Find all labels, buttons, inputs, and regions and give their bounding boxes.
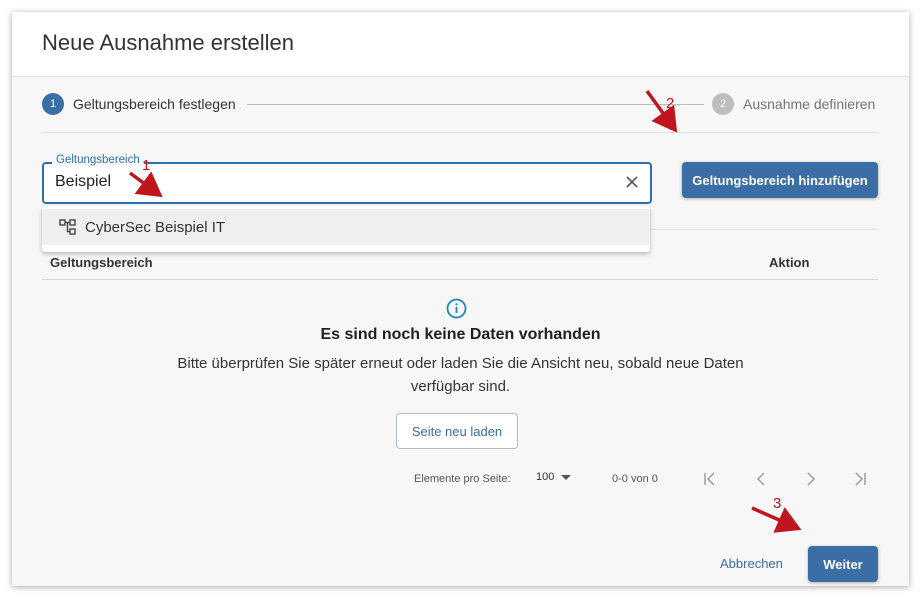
stepper-connector bbox=[247, 104, 704, 105]
dropdown-option-label: CyberSec Beispiel IT bbox=[85, 218, 226, 236]
previous-page-icon[interactable] bbox=[753, 472, 769, 486]
step-2-label: Ausnahme definieren bbox=[743, 96, 876, 112]
add-scope-button[interactable]: Geltungsbereich hinzufügen bbox=[682, 162, 878, 198]
step-1: 1 Geltungsbereich festlegen bbox=[42, 93, 236, 115]
annotation-number-2: 2 bbox=[666, 95, 675, 112]
step-1-label: Geltungsbereich festlegen bbox=[73, 96, 236, 112]
dialog-title: Neue Ausnahme erstellen bbox=[42, 30, 294, 55]
annotation-number-3: 3 bbox=[773, 495, 782, 512]
last-page-icon[interactable] bbox=[852, 472, 868, 486]
next-button[interactable]: Weiter bbox=[808, 546, 878, 582]
empty-state-message: Bitte überprüfen Sie später erneut oder … bbox=[177, 355, 744, 395]
step-1-number: 1 bbox=[42, 93, 64, 115]
caret-down-icon bbox=[561, 474, 572, 480]
scope-field-label: Geltungsbereich bbox=[52, 154, 144, 166]
pagination-range: 0-0 von 0 bbox=[612, 473, 658, 485]
step-2: 2 Ausnahme definieren bbox=[712, 93, 875, 115]
column-header-scope: Geltungsbereich bbox=[50, 255, 153, 270]
next-page-icon[interactable] bbox=[803, 472, 819, 486]
scope-input[interactable] bbox=[55, 173, 595, 191]
reload-page-button[interactable]: Seite neu laden bbox=[396, 413, 518, 449]
items-per-page-select[interactable]: 100 bbox=[536, 471, 572, 483]
stepper-divider bbox=[42, 132, 878, 133]
column-header-action: Aktion bbox=[769, 255, 810, 270]
first-page-icon[interactable] bbox=[702, 472, 718, 486]
cancel-button[interactable]: Abbrechen bbox=[720, 556, 783, 571]
empty-state-title: Es sind noch keine Daten vorhanden bbox=[320, 326, 601, 343]
annotation-number-1: 1 bbox=[142, 157, 151, 174]
hierarchy-icon bbox=[59, 219, 76, 235]
dropdown-option[interactable]: CyberSec Beispiel IT bbox=[42, 209, 650, 245]
close-icon[interactable] bbox=[624, 174, 640, 190]
items-per-page-label: Elemente pro Seite: bbox=[414, 473, 511, 485]
scope-autocomplete-dropdown: CyberSec Beispiel IT bbox=[42, 206, 650, 252]
table-header-divider bbox=[42, 279, 878, 280]
step-2-number: 2 bbox=[712, 93, 734, 115]
info-icon bbox=[446, 298, 467, 319]
scope-field[interactable]: Geltungsbereich bbox=[42, 154, 652, 204]
items-per-page-value: 100 bbox=[536, 471, 555, 483]
dialog-header: Neue Ausnahme erstellen bbox=[12, 12, 909, 77]
